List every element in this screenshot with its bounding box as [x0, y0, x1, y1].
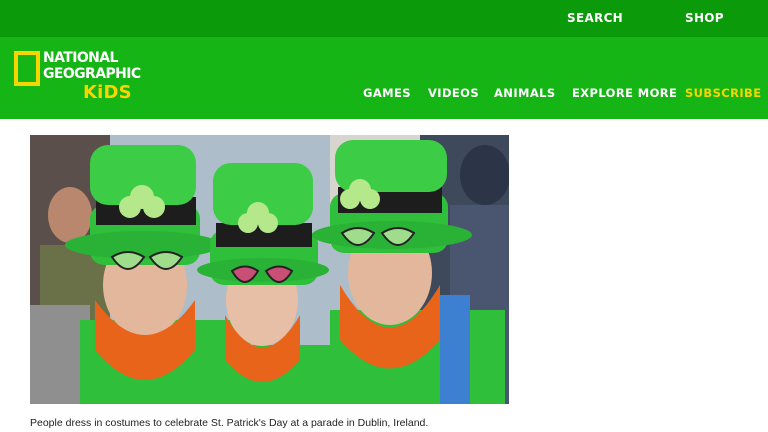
nav-explore-more[interactable]: EXPLORE MORE [572, 86, 677, 100]
nav-videos[interactable]: VIDEOS [428, 86, 479, 100]
photo-caption: People dress in costumes to celebrate St… [30, 417, 429, 429]
leprechaun-costumes-illustration [30, 135, 509, 404]
article-photo [30, 135, 509, 404]
search-link[interactable]: SEARCH [567, 11, 623, 25]
shop-link[interactable]: SHOP [685, 11, 724, 25]
nav-subscribe[interactable]: SUBSCRIBE [685, 86, 761, 100]
logo-text-geographic: GEOGRAPHIC [43, 66, 141, 82]
top-utility-bar: SEARCH SHOP [0, 0, 768, 37]
nav-games[interactable]: GAMES [363, 86, 411, 100]
logo-text-kids: KiDS [83, 82, 132, 103]
logo-yellow-frame [14, 51, 40, 86]
nav-animals[interactable]: ANIMALS [494, 86, 556, 100]
main-nav-bar: NATIONAL GEOGRAPHIC KiDS GAMES VIDEOS AN… [0, 37, 768, 119]
site-logo[interactable]: NATIONAL GEOGRAPHIC KiDS [14, 50, 144, 111]
logo-text-national: NATIONAL [43, 50, 118, 66]
